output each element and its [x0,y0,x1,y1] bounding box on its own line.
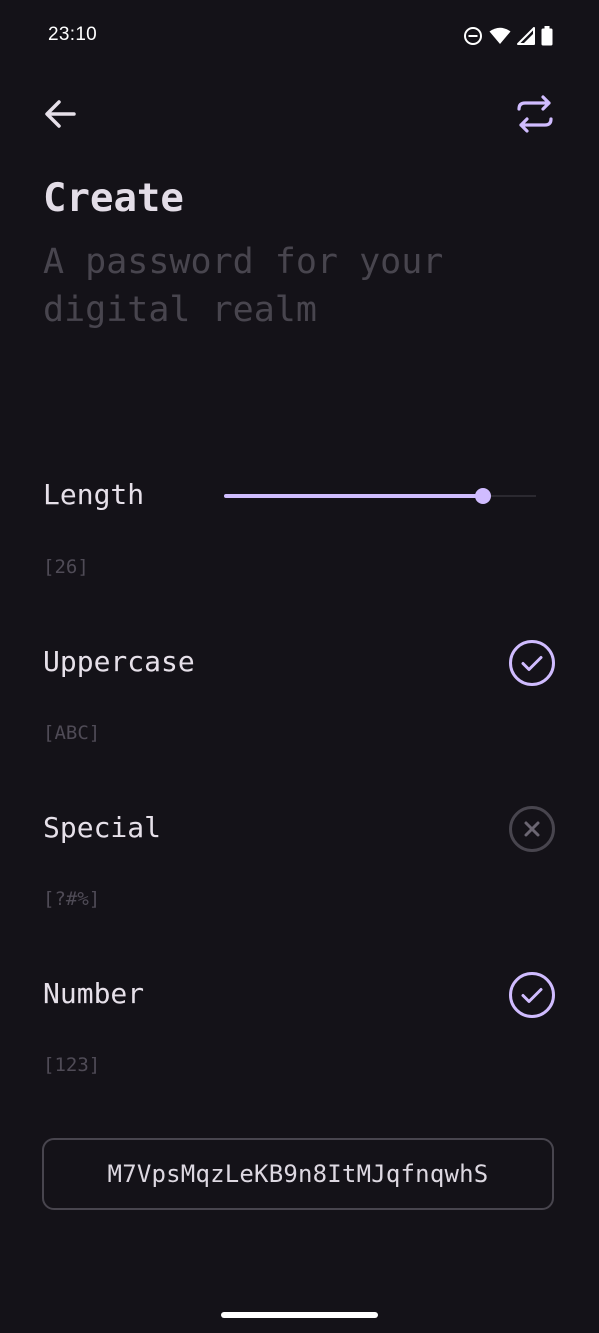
number-hint: [123] [43,1054,101,1076]
slider-track-active [224,494,483,498]
number-toggle[interactable] [508,971,556,1023]
special-toggle[interactable] [508,805,556,857]
cellular-signal-icon [517,27,535,45]
uppercase-toggle[interactable] [508,639,556,691]
generated-password-box[interactable]: M7VpsMqzLeKB9n8ItMJqfnqwhS [42,1138,554,1210]
back-button[interactable] [36,92,84,140]
generated-password[interactable]: M7VpsMqzLeKB9n8ItMJqfnqwhS [108,1160,489,1188]
status-bar: 23:10 [0,0,599,72]
number-label: Number [43,977,145,1010]
status-icons [463,24,553,48]
special-label: Special [43,811,162,844]
status-time: 23:10 [48,24,98,45]
uppercase-label: Uppercase [43,645,195,678]
do-not-disturb-icon [463,26,483,46]
check-circle-icon [508,971,556,1023]
cancel-circle-icon [508,805,556,857]
length-slider[interactable] [224,480,536,512]
slider-thumb[interactable] [474,488,491,504]
check-circle-icon [508,639,556,691]
uppercase-hint: [ABC] [43,722,101,744]
arrow-back-icon [42,96,78,136]
length-value-hint: [26] [43,556,89,578]
home-gesture-bar[interactable] [221,1312,378,1318]
wifi-icon [489,27,511,45]
regenerate-button[interactable] [511,92,559,140]
battery-icon [541,26,553,46]
page-subtitle: A password for your digital realm [43,242,444,330]
refresh-icon [515,94,555,138]
length-label: Length [43,478,145,511]
page-title: Create [43,176,184,221]
special-hint: [?#%] [43,888,101,910]
